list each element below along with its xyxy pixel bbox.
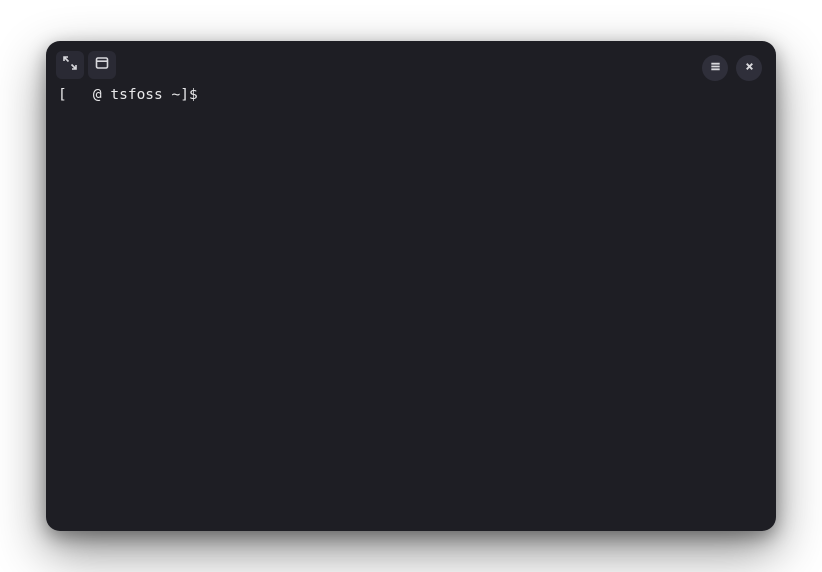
panel-button[interactable] <box>88 51 116 79</box>
shell-prompt: [ @ tsfoss ~]$ <box>58 86 764 106</box>
hamburger-icon <box>709 60 722 77</box>
left-toolbar <box>56 51 116 79</box>
fullscreen-button[interactable] <box>56 51 84 79</box>
close-icon <box>743 60 756 77</box>
close-button[interactable] <box>736 55 762 81</box>
fullscreen-icon <box>62 55 78 75</box>
menu-button[interactable] <box>702 55 728 81</box>
terminal-window: [ @ tsfoss ~]$ <box>46 41 776 531</box>
window-controls <box>702 55 762 81</box>
panel-icon <box>94 55 110 75</box>
terminal-content[interactable]: [ @ tsfoss ~]$ <box>58 47 764 519</box>
